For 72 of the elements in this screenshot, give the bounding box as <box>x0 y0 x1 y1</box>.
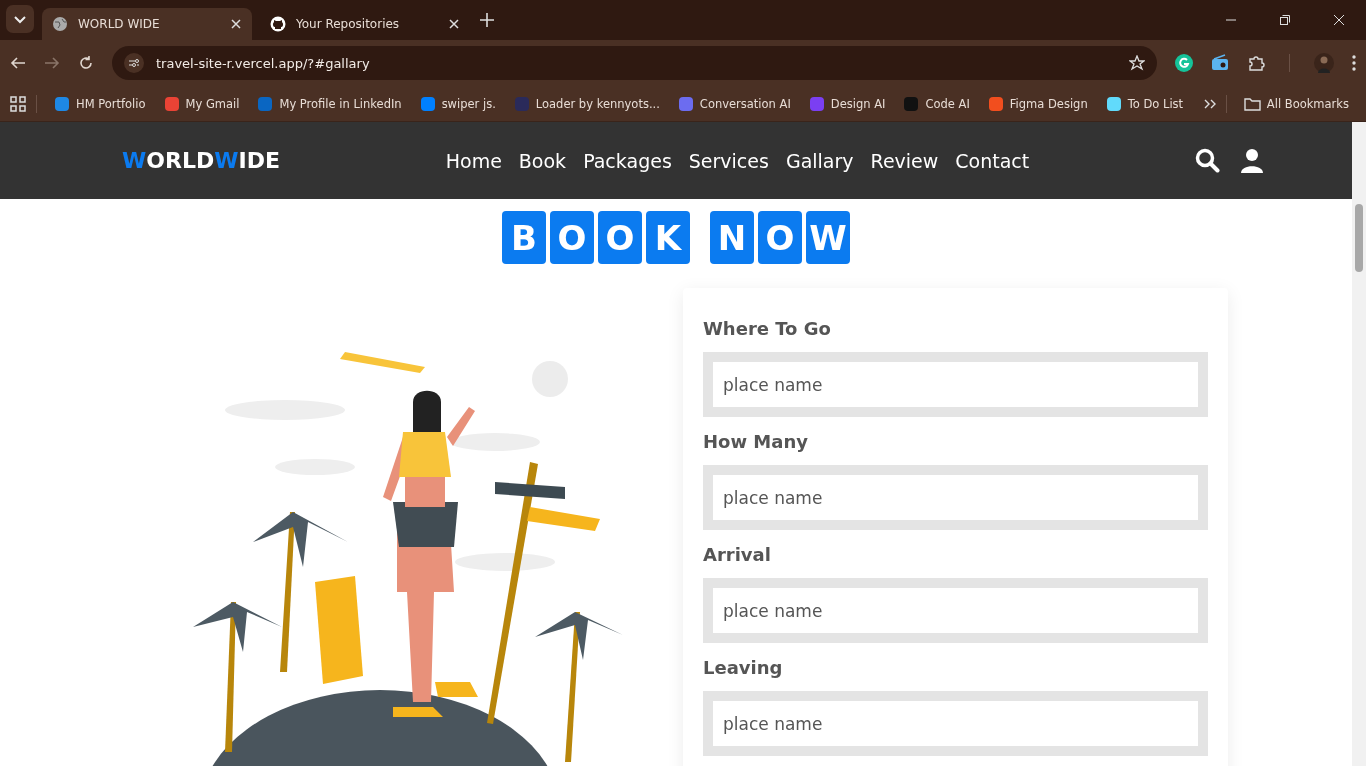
favicon-icon <box>1105 95 1122 112</box>
field-label: How Many <box>703 431 809 452</box>
user-icon[interactable] <box>1240 148 1264 173</box>
bookmark-link[interactable]: Loader by kennyots... <box>506 95 667 112</box>
nav-link[interactable]: Book <box>518 149 567 172</box>
input-field[interactable]: place name <box>703 691 1208 756</box>
letter-tile: O <box>598 211 642 264</box>
nav-link[interactable]: Services <box>688 149 769 172</box>
favicon-icon <box>903 95 920 112</box>
bookmark-link[interactable]: My Profile in LinkedIn <box>250 95 409 112</box>
favicon-icon <box>808 95 825 112</box>
favicon-icon <box>54 95 70 112</box>
radio-icon[interactable] <box>1211 54 1229 72</box>
input-field[interactable]: place name <box>703 578 1208 643</box>
close-icon[interactable] <box>1334 15 1344 25</box>
bookmark-link[interactable]: HM Portfolio <box>47 95 153 112</box>
bookmark-link[interactable]: Code AI <box>896 95 977 112</box>
favicon-icon <box>163 95 180 112</box>
tab-title: Your Repositories <box>296 17 401 31</box>
page-scrollbar[interactable] <box>1352 122 1366 766</box>
letter-tile: O <box>550 211 594 264</box>
field-label: Leaving <box>703 657 784 678</box>
bookmark-star-icon[interactable] <box>1129 55 1145 71</box>
nav-link[interactable]: Home <box>445 149 502 172</box>
nav-link[interactable]: Contact <box>955 149 1030 172</box>
letter-tile: B <box>502 211 546 264</box>
bookmark-link[interactable]: Conversation AI <box>670 95 798 112</box>
search-icon[interactable] <box>1195 148 1220 173</box>
menu-dots-icon[interactable] <box>1352 55 1356 71</box>
forward-icon[interactable] <box>44 55 60 71</box>
github-icon <box>270 16 286 32</box>
site-settings-icon[interactable] <box>124 53 144 73</box>
profile-avatar-icon[interactable] <box>1314 53 1334 73</box>
nav-link[interactable]: Packages <box>583 149 672 172</box>
all-bookmarks-button[interactable]: All Bookmarks <box>1236 95 1356 112</box>
back-icon[interactable] <box>10 55 26 71</box>
favicon-icon <box>677 95 694 112</box>
bookmark-link[interactable]: Design AI <box>801 95 893 112</box>
letter-tile: W <box>806 211 850 264</box>
tab-title: WORLD WIDE <box>78 17 161 31</box>
favicon-icon <box>257 95 274 112</box>
nav-link[interactable]: Review <box>870 149 939 172</box>
new-tab-icon[interactable] <box>480 13 494 27</box>
bookmark-link[interactable]: My Gmail <box>156 95 247 112</box>
letter-tile: O <box>758 211 802 264</box>
bookmark-link[interactable]: swiper js. <box>412 95 503 112</box>
site-logo[interactable]: WORLDWIDE <box>122 148 280 173</box>
grammar-extension-icon[interactable] <box>1175 54 1193 72</box>
close-tab-icon[interactable] <box>448 18 460 30</box>
field-label: Arrival <box>703 544 772 565</box>
reload-icon[interactable] <box>78 55 94 71</box>
favicon-icon <box>419 95 436 112</box>
globe-icon <box>52 16 68 32</box>
browser-tab[interactable]: WORLD WIDE <box>42 8 252 40</box>
letter-tile: K <box>646 211 690 264</box>
browser-tab[interactable]: Your Repositories <box>260 8 470 40</box>
input-field[interactable]: place name <box>703 352 1208 417</box>
field-label: Where To Go <box>703 318 832 339</box>
favicon-icon <box>513 95 530 112</box>
bookmark-link[interactable]: To Do List <box>1098 95 1191 112</box>
favicon-icon <box>987 95 1004 112</box>
bookmark-link[interactable]: Figma Design <box>980 95 1095 112</box>
folder-icon <box>1243 95 1261 112</box>
apps-grid-icon[interactable] <box>10 95 26 112</box>
nav-link[interactable]: Gallary <box>785 149 854 172</box>
maximize-icon[interactable] <box>1280 15 1290 25</box>
extensions-icon[interactable] <box>1247 54 1265 72</box>
letter-tile: N <box>710 211 754 264</box>
tab-list-icon[interactable] <box>6 5 34 33</box>
input-field[interactable]: place name <box>703 465 1208 530</box>
more-bookmarks-icon[interactable] <box>1203 98 1216 109</box>
close-tab-icon[interactable] <box>230 18 242 30</box>
